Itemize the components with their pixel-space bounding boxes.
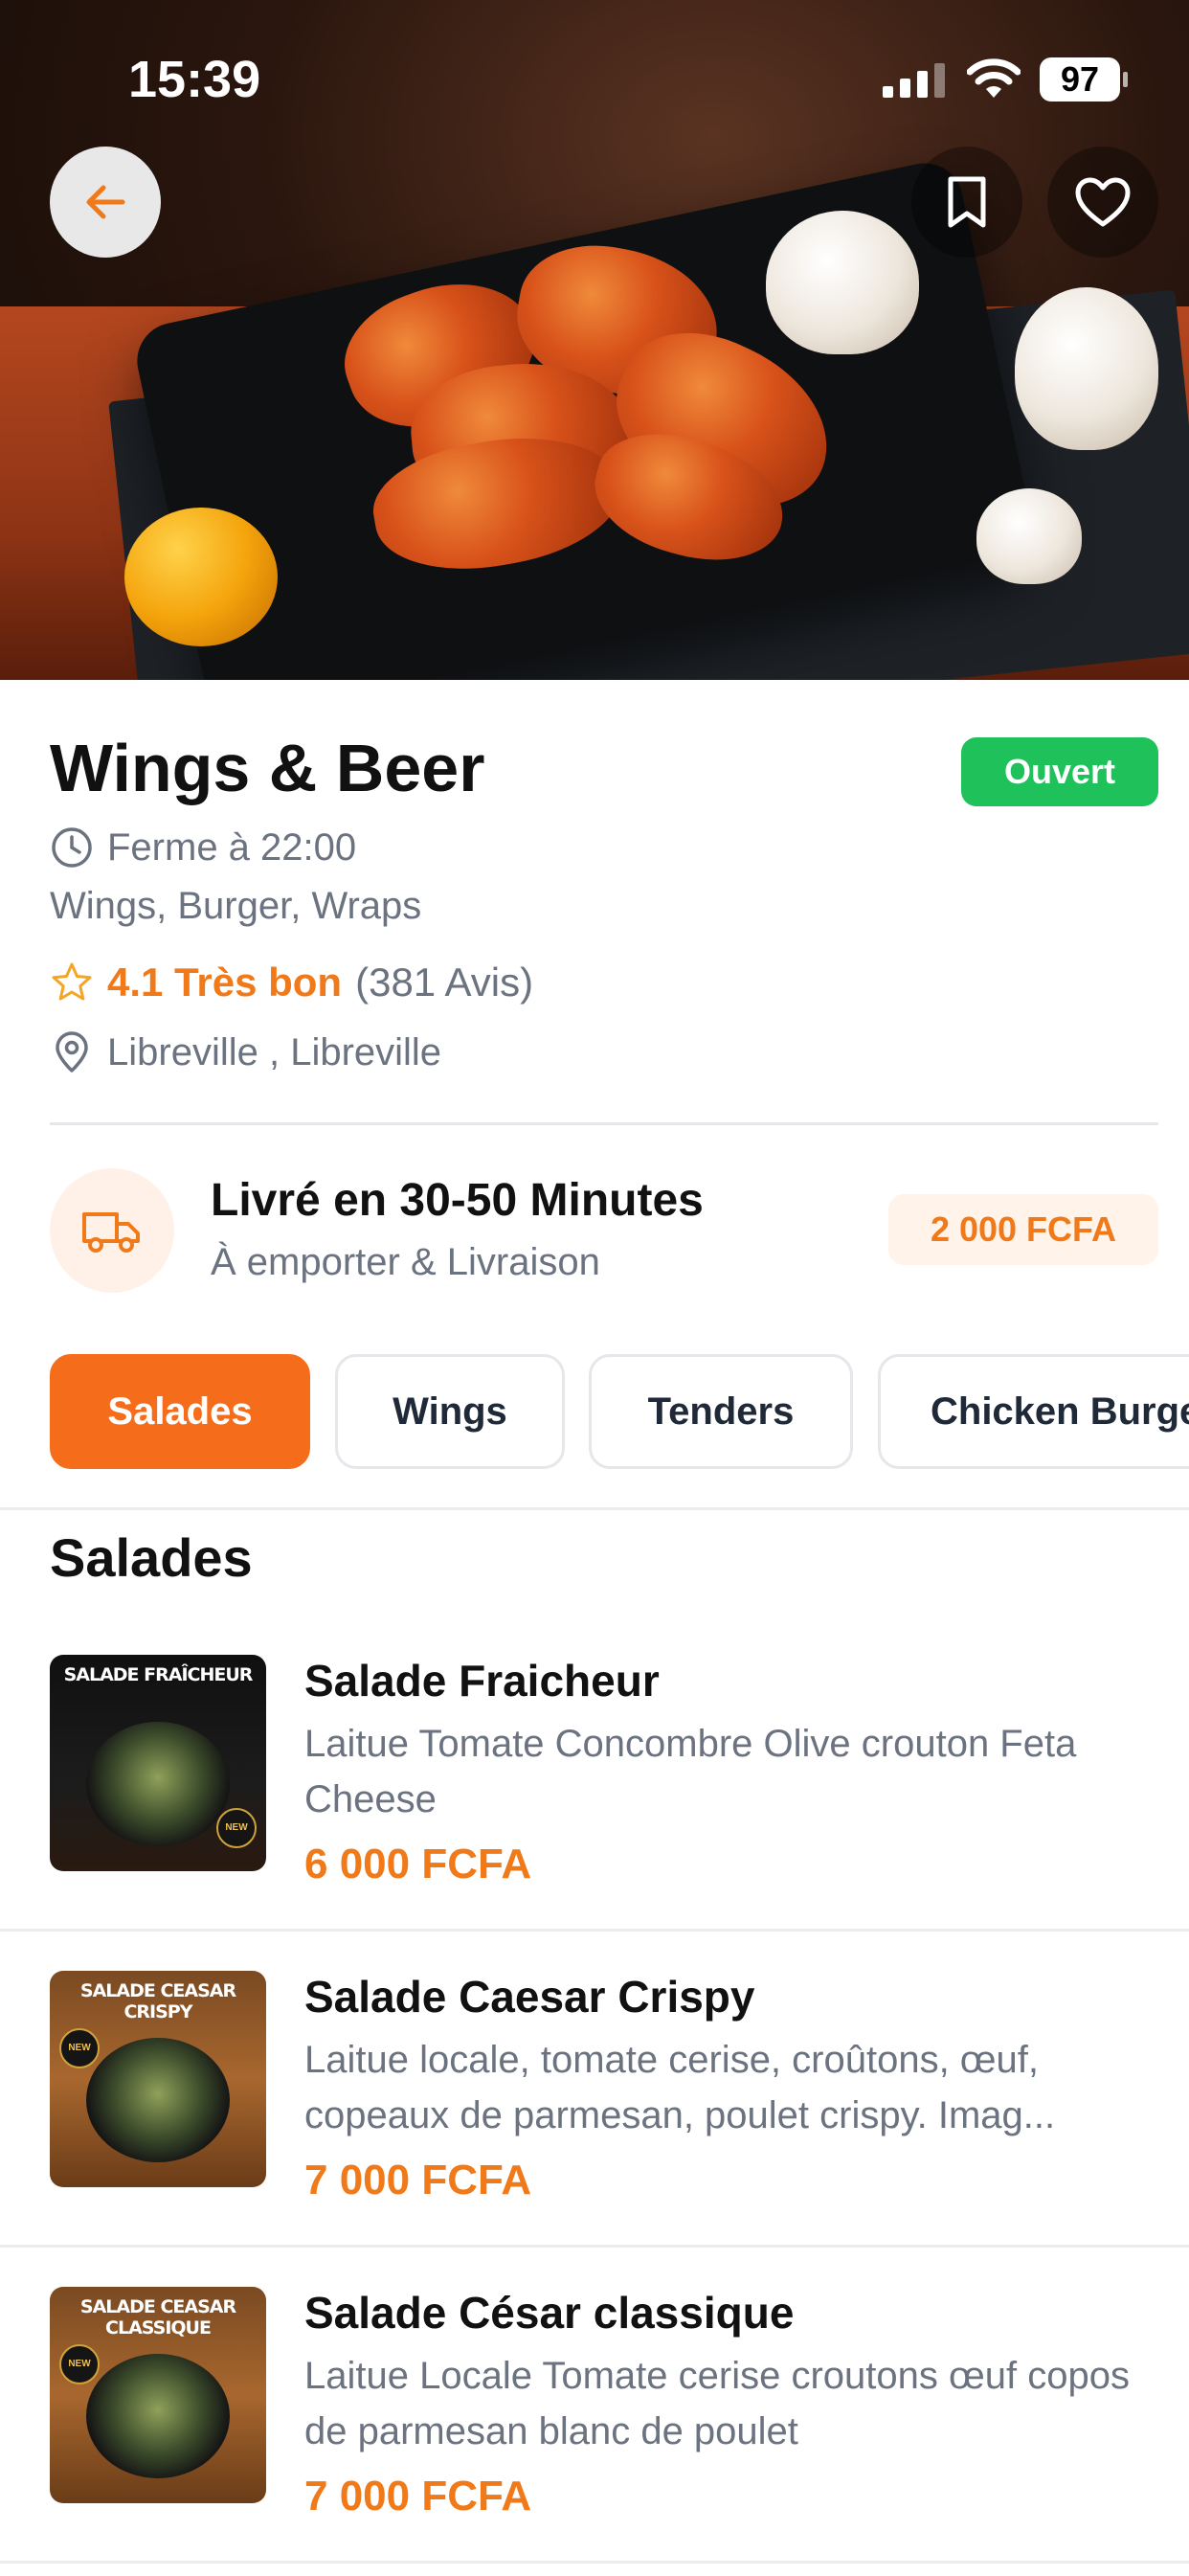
battery-indicator: 97: [1040, 57, 1128, 102]
status-bar: 15:39 97: [0, 0, 1189, 153]
status-time: 15:39: [128, 51, 261, 108]
hero-garlic: [1015, 287, 1158, 450]
tab-chicken-burgers[interactable]: Chicken Burgers: [878, 1354, 1189, 1469]
cellular-signal-icon: [883, 63, 945, 98]
item-name: Salade César classique: [304, 2288, 795, 2338]
thumbnail-label: SALADE CEASAR CLASSIQUE: [79, 2296, 236, 2339]
item-description: Laitue Tomate Concombre Olive crouton Fe…: [304, 1723, 1077, 1820]
back-button[interactable]: [50, 147, 161, 258]
new-badge-image: NEW: [216, 1808, 257, 1848]
new-badge-image: NEW: [59, 2344, 100, 2384]
divider: [50, 1122, 1158, 1125]
item-name: Salade Caesar Crispy: [304, 1972, 755, 2022]
bookmark-icon: [948, 176, 986, 228]
thumbnail-label: SALADE FRAÎCHEUR: [63, 1664, 254, 1685]
delivery-icon-circle: [50, 1168, 174, 1293]
tab-tenders[interactable]: Tenders: [589, 1354, 853, 1469]
location-row: Libreville , Libreville: [50, 1030, 441, 1074]
favorite-button[interactable]: [1047, 147, 1158, 258]
hero-garlic: [766, 211, 919, 354]
hero-garlic: [976, 488, 1082, 584]
closing-time-row: Ferme à 22:00: [50, 825, 356, 870]
clock-icon: [52, 827, 92, 868]
delivery-fee-badge: 2 000 FCFA: [888, 1194, 1158, 1265]
salad-bowl-image: [86, 2354, 230, 2478]
menu-item[interactable]: SALADE FRAÎCHEUR NEW Salade Fraicheur La…: [0, 1628, 1189, 1944]
item-price: 7 000 FCFA: [304, 2473, 532, 2520]
tab-salades[interactable]: Salades: [50, 1354, 310, 1469]
delivery-modes: À emporter & Livraison: [211, 1241, 600, 1283]
thumbnail-label: SALADE CEASAR CRISPY: [79, 1980, 236, 2022]
closing-time: Ferme à 22:00: [107, 825, 357, 869]
back-arrow-icon: [86, 185, 125, 219]
item-price: 7 000 FCFA: [304, 2157, 532, 2203]
menu-item[interactable]: SALADE CEASAR CRISPY NEW Salade Caesar C…: [0, 1944, 1189, 2260]
bookmark-button[interactable]: [911, 147, 1022, 258]
review-count: (381 Avis): [355, 960, 534, 1005]
cuisines-row: Wings, Burger, Wraps: [50, 885, 421, 928]
item-divider: [0, 2245, 1189, 2248]
item-description: Laitue Locale Tomate cerise croutons œuf…: [304, 2355, 1130, 2452]
restaurant-name: Wings & Beer: [50, 731, 485, 805]
item-thumbnail: SALADE CEASAR CRISPY NEW: [50, 1971, 266, 2187]
item-thumbnail: SALADE FRAÎCHEUR NEW: [50, 1655, 266, 1871]
tab-wings[interactable]: Wings: [335, 1354, 565, 1469]
salad-bowl-image: [86, 1722, 230, 1846]
item-name: Salade Fraicheur: [304, 1656, 660, 1706]
cuisines: Wings, Burger, Wraps: [50, 885, 422, 927]
item-divider: [0, 1929, 1189, 1932]
star-icon: [52, 962, 92, 1001]
heart-icon: [1075, 177, 1131, 227]
truck-icon: [82, 1212, 140, 1253]
section-title: Salades: [50, 1527, 253, 1588]
item-divider: [0, 2561, 1189, 2564]
wifi-icon: [967, 58, 1021, 98]
new-badge-image: NEW: [59, 2028, 100, 2068]
item-price: 6 000 FCFA: [304, 1841, 532, 1887]
item-description: Laitue locale, tomate cerise, croûtons, …: [304, 2039, 1056, 2136]
item-thumbnail: SALADE CEASAR CLASSIQUE NEW: [50, 2287, 266, 2503]
open-status-badge: Ouvert: [961, 737, 1158, 806]
tabs-divider: [0, 1507, 1189, 1510]
delivery-time: Livré en 30-50 Minutes: [211, 1175, 704, 1226]
location: Libreville , Libreville: [107, 1030, 442, 1073]
rating-value: 4.1 Très bon: [107, 960, 343, 1005]
rating-row[interactable]: 4.1 Très bon (381 Avis): [50, 960, 533, 1006]
menu-item[interactable]: SALADE CEASAR CLASSIQUE NEW Salade César…: [0, 2260, 1189, 2576]
location-pin-icon: [56, 1031, 88, 1073]
hero-pepper: [124, 508, 278, 646]
salad-bowl-image: [86, 2038, 230, 2162]
